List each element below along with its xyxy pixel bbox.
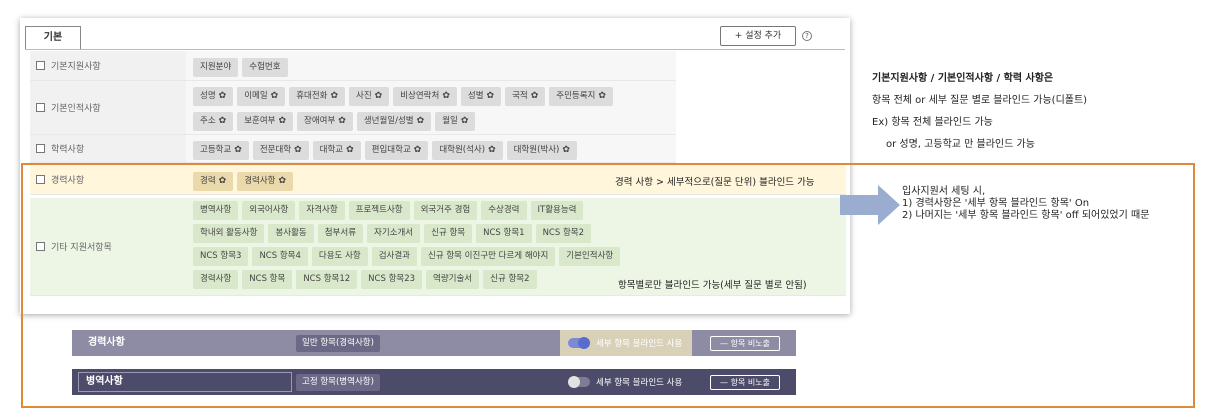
chip-item[interactable]: 주민등록지 ✿ [549,87,613,106]
side-note: 입사지원서 세팅 시, 1) 경력사항은 '세부 항목 블라인드 항목' On … [902,186,1149,222]
chip-item[interactable]: 수험번호 [242,58,288,77]
notes-heading: 기본지원사항 / 기본인적사항 / 학력 사항은 [872,73,1054,84]
detail-blind-toggle[interactable]: 세부 항목 블라인드 사용 [560,330,692,356]
hide-item-button[interactable]: — 항목 비노출 [710,375,780,390]
row-label: 학력사항 [51,145,85,155]
right-notes: 기본지원사항 / 기본인적사항 / 학력 사항은 항목 전체 or 세부 질문 … [872,68,1087,156]
chip-item[interactable]: 고등학교 ✿ [193,141,249,160]
tab-divider [25,49,845,50]
row-checkbox[interactable] [36,61,45,70]
chip-item[interactable]: 성별 ✿ [460,87,502,106]
bar-title: 병역사항 [86,376,123,387]
row-label: 기본인적사항 [51,104,101,114]
hide-item-button[interactable]: — 항목 비노출 [710,336,780,351]
gear-icon: ✿ [562,145,570,155]
gear-icon: ✿ [486,91,495,101]
detail-blind-toggle[interactable]: 세부 항목 블라인드 사용 [560,369,692,395]
notes-line: or 성명, 고등학교 만 블라인드 가능 [886,139,1035,150]
chip-item[interactable]: 비상연락처 ✿ [393,87,457,106]
chip-item[interactable]: 대학교 ✿ [312,141,361,160]
arrow-right-icon [840,195,878,215]
row-education: 학력사항 고등학교 ✿ 전문대학 ✿ 대학교 ✿ 편입대학교 ✿ 대학원(석사) ✿ 대학원(박사)… [30,135,676,163]
side-note-line: 입사지원서 세팅 시, [902,186,986,197]
chip-item[interactable]: 대학원(박사) ✿ [506,141,577,160]
toggle-label: 세부 항목 블라인드 사용 [596,378,683,388]
add-setting-button[interactable]: + 설정 추가 [720,26,796,46]
gear-icon: ✿ [234,145,242,155]
gear-icon: ✿ [488,145,496,155]
toggle-switch[interactable] [568,337,590,349]
chip-item[interactable]: 전문대학 ✿ [252,141,309,160]
row-basic-support: 기본지원사항 지원분야 수험번호 [30,51,676,81]
gear-icon: ✿ [598,91,606,101]
chip-item[interactable]: 월일 ✿ [435,112,476,131]
notes-line: 항목 전체 or 세부 질문 별로 블라인드 가능(디폴트) [872,95,1088,106]
gear-icon: ✿ [374,91,383,101]
chip-item[interactable]: 휴대전화 ✿ [289,87,346,106]
item-type-tag: 일반 항목(경력사항) [296,335,380,352]
gear-icon: ✿ [413,145,422,155]
gear-icon: ✿ [218,91,227,101]
gear-icon: ✿ [460,116,469,126]
chip-item[interactable]: 생년월일/성별 ✿ [356,112,432,131]
help-icon[interactable]: ? [802,31,812,41]
military-config-bar: 병역사항 고정 항목(병역사항) 세부 항목 블라인드 사용 — 항목 비노출 [72,369,796,395]
gear-icon: ✿ [330,91,339,101]
toggle-knob [578,337,590,349]
item-type-tag: 고정 항목(병역사항) [296,374,380,391]
chip-item[interactable]: 보훈여부 ✿ [237,112,294,131]
side-note-line: 2) 나머지는 '세부 항목 블라인드 항목' off 되어있었기 때문 [902,210,1150,221]
chip-item[interactable]: 국적 ✿ [505,87,546,106]
gear-icon: ✿ [278,116,287,126]
chip-item[interactable]: 사진 ✿ [349,87,390,106]
chip-item[interactable]: 성명 ✿ [193,87,234,106]
gear-icon: ✿ [270,91,279,101]
chip-item[interactable]: 편입대학교 ✿ [364,141,429,160]
row-checkbox[interactable] [36,103,45,112]
arrow-head [878,185,900,225]
toggle-switch[interactable] [568,376,590,388]
toggle-label: 세부 항목 블라인드 사용 [596,339,683,349]
gear-icon: ✿ [218,116,227,126]
gear-icon: ✿ [346,145,354,155]
gear-icon: ✿ [530,91,539,101]
chip-item[interactable]: 장애여부 ✿ [297,112,353,131]
row-label: 기본지원사항 [51,62,101,72]
bar-title: 경력사항 [88,337,125,348]
chip-item[interactable]: 지원분야 [193,58,239,77]
toggle-knob [568,376,580,388]
tab-basic[interactable]: 기본 [25,26,81,50]
chip-item[interactable]: 대학원(석사) ✿ [432,141,503,160]
gear-icon: ✿ [416,116,425,126]
row-basic-personal: 기본인적사항 성명 ✿ 이메일 ✿ 휴대전화 ✿ 사진 ✿ 비상연락처 ✿ 성별 ✿ 국적 ✿ 주민등록지 ✿… [30,81,676,135]
side-note-line: 1) 경력사항은 '세부 항목 블라인드 항목' On [902,198,1090,209]
chip-item[interactable]: 이메일 ✿ [237,87,286,106]
gear-icon: ✿ [338,116,346,126]
notes-line: Ex) 항목 전체 블라인드 가능 [872,117,993,128]
gear-icon: ✿ [442,91,450,101]
career-config-bar: 경력사항 일반 항목(경력사항) 세부 항목 블라인드 사용 — 항목 비노출 [72,330,796,356]
gear-icon: ✿ [294,145,302,155]
row-checkbox[interactable] [36,144,45,153]
chip-item[interactable]: 주소 ✿ [193,112,234,131]
